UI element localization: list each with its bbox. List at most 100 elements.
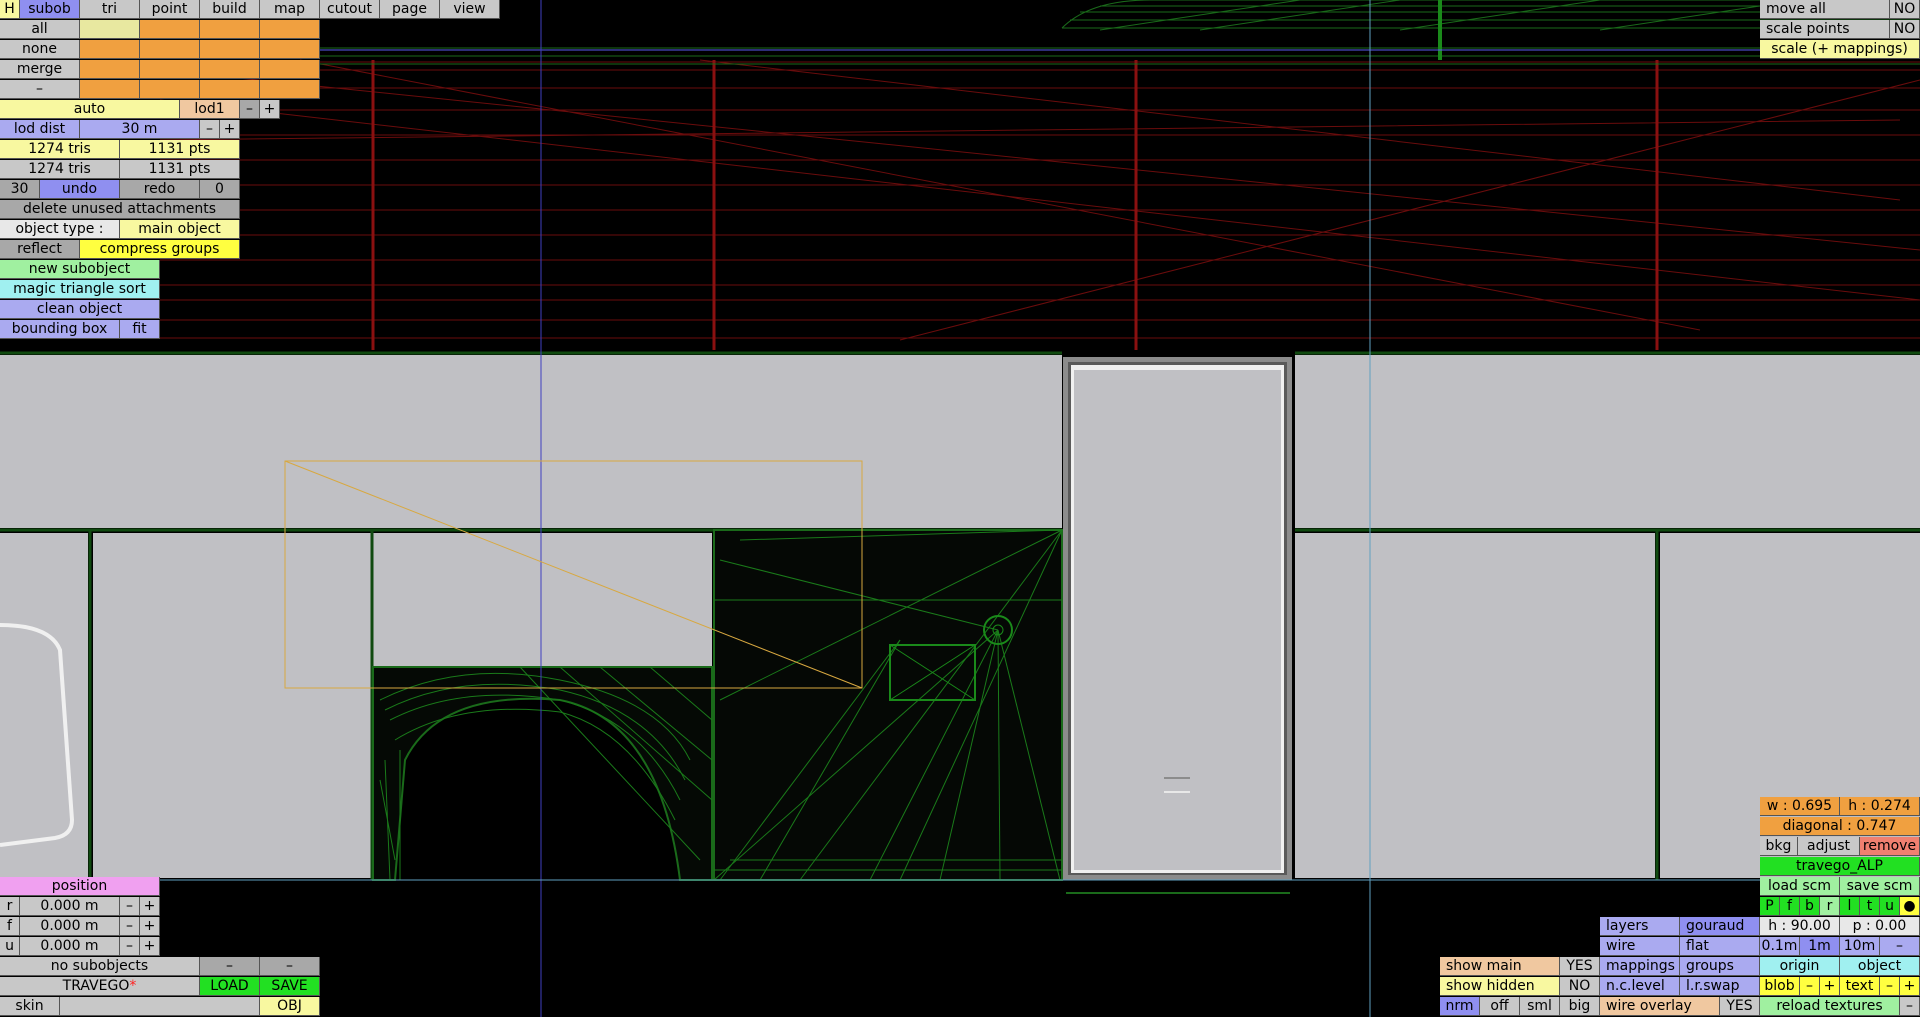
wire-overlay-value[interactable]: YES bbox=[1720, 997, 1760, 1016]
position-f-value[interactable]: 0.000 m bbox=[20, 917, 120, 936]
pitch-angle[interactable]: p : 0.00 bbox=[1840, 917, 1920, 936]
tab-page[interactable]: page bbox=[380, 0, 440, 19]
tab-build[interactable]: build bbox=[200, 0, 260, 19]
clean-object-button[interactable]: clean object bbox=[0, 300, 160, 319]
redo-button[interactable]: redo bbox=[120, 180, 200, 199]
heading-angle[interactable]: h : 90.00 bbox=[1760, 917, 1840, 936]
image-name[interactable]: travego_ALP bbox=[1760, 857, 1920, 876]
position-f-minus[interactable]: – bbox=[120, 917, 140, 936]
file-name[interactable]: TRAVEGO* bbox=[0, 977, 200, 996]
reload-textures-button[interactable]: reload textures bbox=[1760, 997, 1900, 1016]
obj-button[interactable]: OBJ bbox=[260, 997, 320, 1016]
skin-field[interactable] bbox=[60, 997, 260, 1016]
select-swatch[interactable] bbox=[200, 80, 260, 99]
select-swatch[interactable] bbox=[80, 60, 140, 79]
text-minus-button[interactable]: – bbox=[1880, 977, 1900, 996]
tab-view[interactable]: view bbox=[440, 0, 500, 19]
position-r-plus[interactable]: + bbox=[140, 897, 160, 916]
select-swatch[interactable] bbox=[140, 60, 200, 79]
gouraud-button[interactable]: gouraud bbox=[1680, 917, 1760, 936]
save-button[interactable]: SAVE bbox=[260, 977, 320, 996]
flat-button[interactable]: flat bbox=[1680, 937, 1760, 956]
load-scm-button[interactable]: load scm bbox=[1760, 877, 1840, 896]
big-button[interactable]: big bbox=[1560, 997, 1600, 1016]
tab-h[interactable]: H bbox=[0, 0, 20, 19]
blob-plus-button[interactable]: + bbox=[1820, 977, 1840, 996]
view-button-f[interactable]: f bbox=[1780, 897, 1800, 916]
adjust-button[interactable]: adjust bbox=[1798, 837, 1860, 856]
select-none-button[interactable]: none bbox=[0, 40, 80, 59]
position-u-minus[interactable]: – bbox=[120, 937, 140, 956]
lod-dist-value[interactable]: 30 m bbox=[80, 120, 200, 139]
lod-dist-plus-button[interactable]: + bbox=[220, 120, 240, 139]
position-u-plus[interactable]: + bbox=[140, 937, 160, 956]
off-button[interactable]: off bbox=[1480, 997, 1520, 1016]
view-dot-icon[interactable]: ● bbox=[1900, 897, 1920, 916]
step-minus-button[interactable]: – bbox=[1880, 937, 1920, 956]
lod-plus-button[interactable]: + bbox=[260, 100, 280, 119]
scale-points-label[interactable]: scale points bbox=[1760, 20, 1890, 39]
select-swatch[interactable] bbox=[80, 20, 140, 39]
3d-viewport[interactable] bbox=[0, 0, 1920, 1017]
blob-minus-button[interactable]: – bbox=[1800, 977, 1820, 996]
compress-groups-button[interactable]: compress groups bbox=[80, 240, 240, 259]
lr-swap-button[interactable]: l.r.swap bbox=[1680, 977, 1760, 996]
fit-button[interactable]: fit bbox=[120, 320, 160, 339]
reflect-button[interactable]: reflect bbox=[0, 240, 80, 259]
show-main-label[interactable]: show main bbox=[1440, 957, 1560, 976]
scale-mappings-button[interactable]: scale (+ mappings) bbox=[1760, 40, 1920, 59]
view-button-l[interactable]: l bbox=[1840, 897, 1860, 916]
tab-cutout[interactable]: cutout bbox=[320, 0, 380, 19]
position-r-minus[interactable]: – bbox=[120, 897, 140, 916]
lod-minus-button[interactable]: – bbox=[240, 100, 260, 119]
view-button-t[interactable]: t bbox=[1860, 897, 1880, 916]
select-swatch[interactable] bbox=[260, 80, 320, 99]
load-button[interactable]: LOAD bbox=[200, 977, 260, 996]
nc-level-button[interactable]: n.c.level bbox=[1600, 977, 1680, 996]
position-r-value[interactable]: 0.000 m bbox=[20, 897, 120, 916]
wire-overlay-label[interactable]: wire overlay bbox=[1600, 997, 1720, 1016]
sml-button[interactable]: sml bbox=[1520, 997, 1560, 1016]
select-swatch[interactable] bbox=[140, 20, 200, 39]
step-10m-button[interactable]: 10m bbox=[1840, 937, 1880, 956]
merge-button[interactable]: merge bbox=[0, 60, 80, 79]
select-swatch[interactable] bbox=[200, 40, 260, 59]
remove-button[interactable]: remove bbox=[1860, 837, 1920, 856]
subobject-dash-button[interactable]: – bbox=[200, 957, 260, 976]
select-swatch[interactable] bbox=[260, 60, 320, 79]
delete-unused-attachments-button[interactable]: delete unused attachments bbox=[0, 200, 240, 219]
lod-auto-button[interactable]: auto bbox=[0, 100, 180, 119]
undo-button[interactable]: undo bbox=[40, 180, 120, 199]
layers-button[interactable]: layers bbox=[1600, 917, 1680, 936]
select-swatch[interactable] bbox=[260, 40, 320, 59]
select-all-button[interactable]: all bbox=[0, 20, 80, 39]
select-swatch[interactable] bbox=[80, 40, 140, 59]
select-swatch[interactable] bbox=[200, 60, 260, 79]
lod-dist-minus-button[interactable]: – bbox=[200, 120, 220, 139]
text-plus-button[interactable]: + bbox=[1900, 977, 1920, 996]
view-button-b[interactable]: b bbox=[1800, 897, 1820, 916]
view-button-u[interactable]: u bbox=[1880, 897, 1900, 916]
select-swatch[interactable] bbox=[140, 40, 200, 59]
reload-minus-button[interactable]: – bbox=[1900, 997, 1920, 1016]
view-button-r[interactable]: r bbox=[1820, 897, 1840, 916]
object-type-value[interactable]: main object bbox=[120, 220, 240, 239]
show-main-value[interactable]: YES bbox=[1560, 957, 1600, 976]
position-f-plus[interactable]: + bbox=[140, 917, 160, 936]
select-swatch[interactable] bbox=[260, 20, 320, 39]
dash-button[interactable]: – bbox=[0, 80, 80, 99]
position-u-value[interactable]: 0.000 m bbox=[20, 937, 120, 956]
bkg-button[interactable]: bkg bbox=[1760, 837, 1798, 856]
new-subobject-button[interactable]: new subobject bbox=[0, 260, 160, 279]
move-all-value[interactable]: NO bbox=[1890, 0, 1920, 19]
show-hidden-label[interactable]: show hidden bbox=[1440, 977, 1560, 996]
groups-button[interactable]: groups bbox=[1680, 957, 1760, 976]
tab-subob[interactable]: subob bbox=[20, 0, 80, 19]
save-scm-button[interactable]: save scm bbox=[1840, 877, 1920, 896]
mappings-button[interactable]: mappings bbox=[1600, 957, 1680, 976]
step-1m-button[interactable]: 1m bbox=[1800, 937, 1840, 956]
object-button[interactable]: object bbox=[1840, 957, 1920, 976]
blob-button[interactable]: blob bbox=[1760, 977, 1800, 996]
view-button-p[interactable]: P bbox=[1760, 897, 1780, 916]
tab-point[interactable]: point bbox=[140, 0, 200, 19]
